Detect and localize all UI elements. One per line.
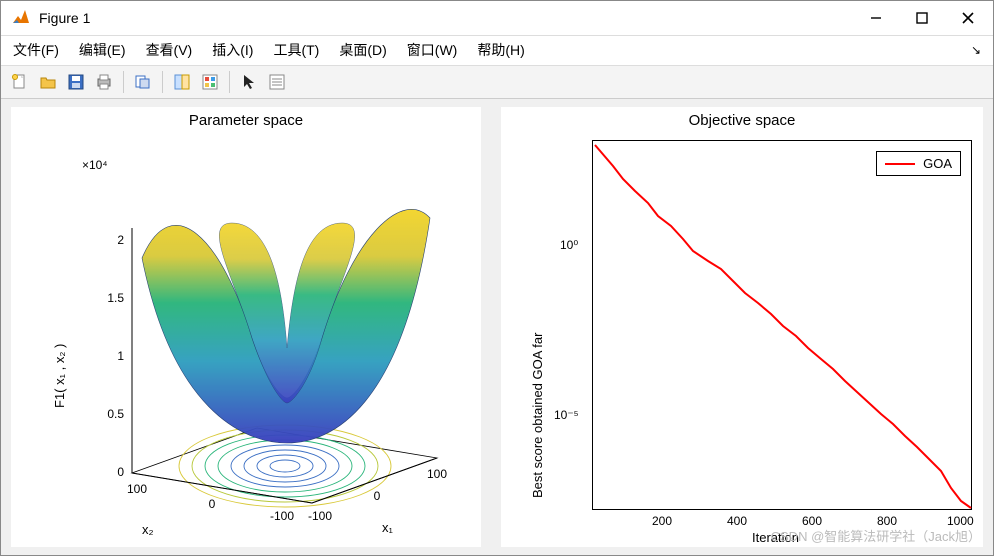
- menubar: 文件(F) 编辑(E) 查看(V) 插入(I) 工具(T) 桌面(D) 窗口(W…: [1, 36, 993, 65]
- figure-window: Figure 1 文件(F) 编辑(E) 查看(V) 插入(I) 工具(T) 桌…: [0, 0, 994, 556]
- menu-insert[interactable]: 插入(I): [204, 36, 261, 64]
- toolbar: [1, 66, 993, 99]
- figure-canvas: Parameter space: [1, 99, 993, 555]
- watermark: CSDN @智能算法研学社（Jack旭）: [771, 526, 981, 545]
- menu-tools[interactable]: 工具(T): [265, 36, 327, 64]
- svg-text:1.5: 1.5: [107, 291, 124, 305]
- svg-text:1: 1: [117, 349, 124, 363]
- x-axis-label: x₁: [382, 520, 393, 535]
- close-button[interactable]: [945, 3, 991, 33]
- print-button[interactable]: [91, 69, 117, 95]
- svg-text:0: 0: [374, 489, 381, 503]
- pointer-button[interactable]: [236, 69, 262, 95]
- toolbar-separator: [123, 71, 124, 93]
- save-button[interactable]: [63, 69, 89, 95]
- parameter-space-axes[interactable]: Parameter space: [11, 107, 481, 547]
- objective-space-axes[interactable]: Objective space GOA 10⁻⁵ 10⁰ 200 400 600…: [501, 107, 983, 547]
- toolbar-separator: [162, 71, 163, 93]
- matlab-icon: [11, 8, 31, 28]
- menu-more-icon[interactable]: ↘: [971, 43, 981, 57]
- z-axis-label: F1( x₁ , x₂ ): [52, 344, 67, 408]
- menu-view[interactable]: 查看(V): [138, 36, 201, 64]
- svg-text:100: 100: [127, 482, 147, 496]
- menu-help[interactable]: 帮助(H): [469, 36, 532, 64]
- surface-plot: 0 0.5 1 1.5 2 -100 0 100: [42, 128, 472, 528]
- svg-text:0: 0: [209, 497, 216, 511]
- maximize-button[interactable]: [899, 3, 945, 33]
- legend-label: GOA: [923, 156, 952, 171]
- datacursor-button[interactable]: [169, 69, 195, 95]
- menu-window[interactable]: 窗口(W): [399, 36, 466, 64]
- svg-text:0: 0: [117, 465, 124, 479]
- menu-edit[interactable]: 编辑(E): [71, 36, 134, 64]
- y-axis-label: x₂: [142, 522, 154, 537]
- svg-text:-100: -100: [308, 509, 332, 523]
- legend[interactable]: GOA: [876, 151, 961, 176]
- svg-text:0.5: 0.5: [107, 407, 124, 421]
- new-figure-button[interactable]: [7, 69, 33, 95]
- open-button[interactable]: [35, 69, 61, 95]
- right-chart-title: Objective space: [502, 108, 982, 129]
- minimize-button[interactable]: [853, 3, 899, 33]
- convergence-line: [593, 141, 973, 511]
- svg-text:100: 100: [427, 467, 447, 481]
- copy-button[interactable]: [130, 69, 156, 95]
- y-tick: 10⁰: [560, 238, 578, 252]
- left-chart-title: Parameter space: [12, 108, 480, 129]
- svg-text:2: 2: [117, 233, 124, 247]
- x-tick: 200: [652, 514, 672, 528]
- properties-button[interactable]: [264, 69, 290, 95]
- menu-desktop[interactable]: 桌面(D): [331, 36, 394, 64]
- svg-text:-100: -100: [270, 509, 294, 523]
- legend-line-icon: [885, 163, 915, 165]
- titlebar: Figure 1: [1, 1, 993, 36]
- y-tick: 10⁻⁵: [554, 408, 579, 422]
- menu-file[interactable]: 文件(F): [5, 36, 67, 64]
- window-title: Figure 1: [39, 10, 90, 26]
- colorbar-button[interactable]: [197, 69, 223, 95]
- right-axes-box: GOA: [592, 140, 972, 510]
- toolbar-separator: [229, 71, 230, 93]
- right-y-label: Best score obtained GOA far: [530, 333, 545, 498]
- x-tick: 400: [727, 514, 747, 528]
- z-exponent: ×10⁴: [82, 158, 108, 172]
